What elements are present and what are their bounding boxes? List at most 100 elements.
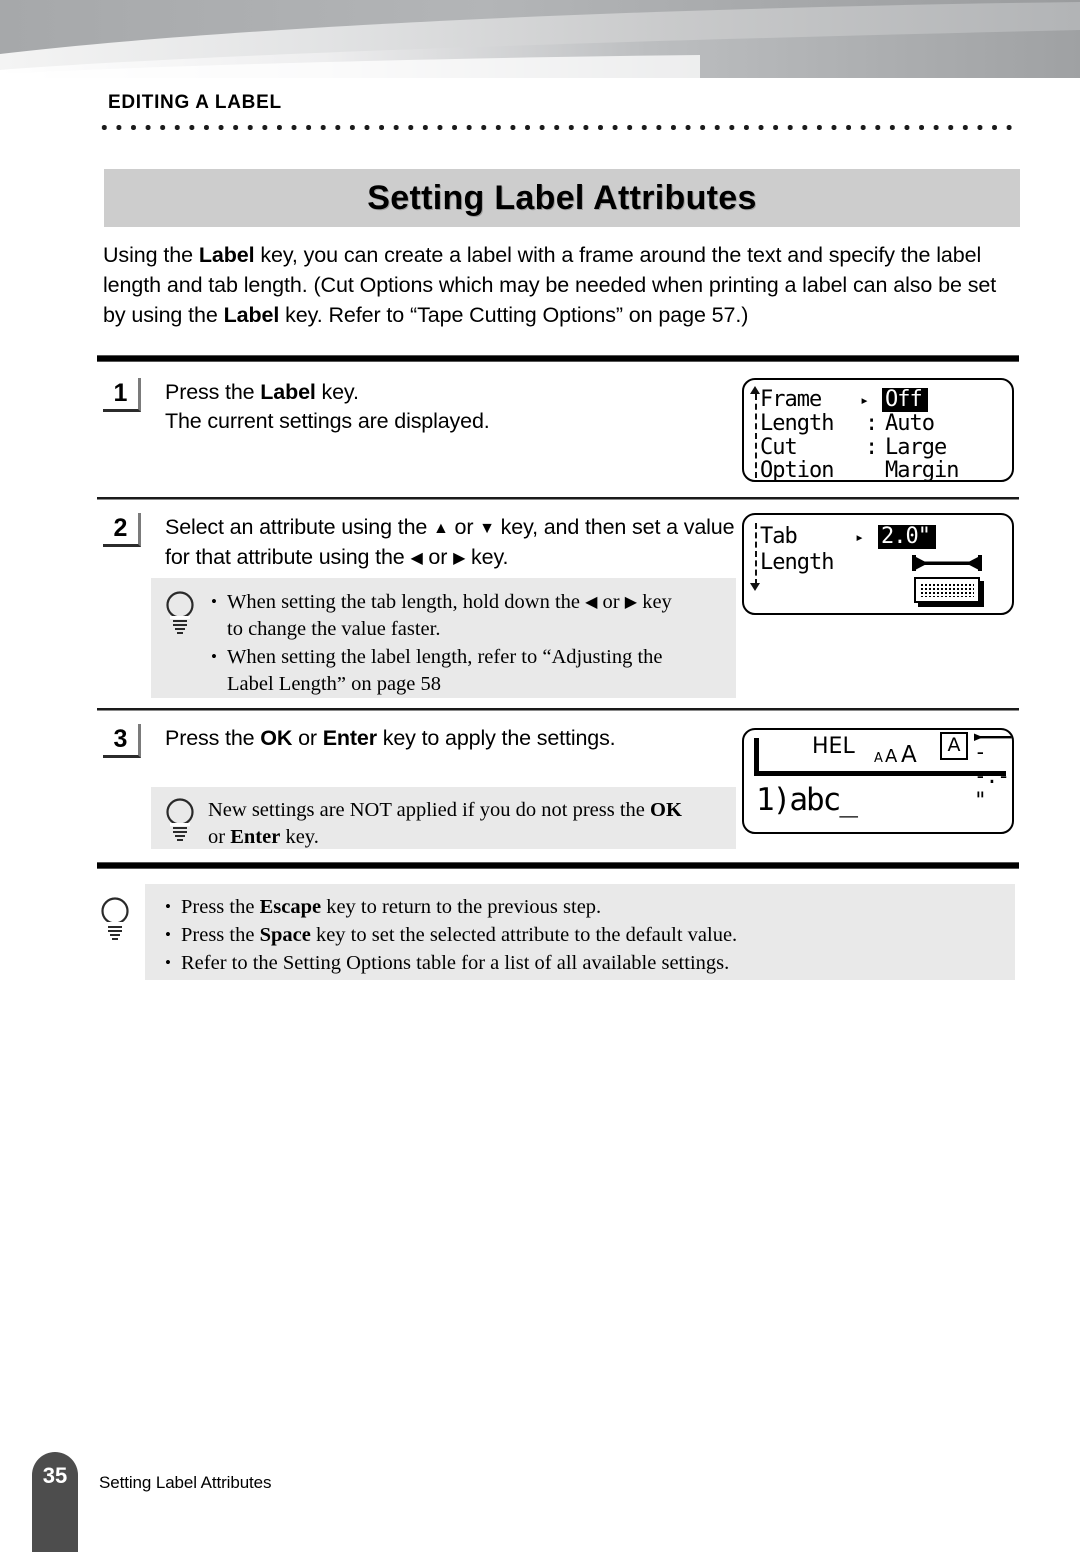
intro-paragraph: Using the Label key, you can create a la… <box>103 240 1015 330</box>
note2-b1-line2: to change the value faster. <box>227 618 441 640</box>
arrow-right-icon: ▶ <box>453 550 466 567</box>
lcd-screen-editing: HEL A A A A --.-" 1)abc_ <box>742 728 1014 834</box>
step-2-text-a: Select an attribute using the <box>165 515 434 539</box>
note2-b2-line2: Label Length” on page 58 <box>227 673 442 695</box>
divider-below-step-3 <box>97 862 1019 869</box>
svg-text:A: A <box>885 746 898 764</box>
note2-b1-b: or <box>597 591 625 613</box>
page-title-bar: Setting Label Attributes <box>104 169 1020 227</box>
note-bottom-b3: Refer to the Setting Options table for a… <box>181 952 730 974</box>
note2-b1-c: key <box>637 591 672 613</box>
lcd1-inner: Frame ▸ Off Length : Auto Cut : Large Op… <box>744 380 1012 480</box>
lcd1-row-length-value: Auto <box>885 411 935 436</box>
lcd2-caret-icon: ▸ <box>855 528 864 546</box>
step-3-text: Press the OK or Enter key to apply the s… <box>165 724 765 753</box>
arrow-up-icon: ▲ <box>433 520 449 537</box>
arrow-right-icon: ▶ <box>624 594 638 611</box>
lcd1-row-cut-value: Large <box>885 435 947 460</box>
lightbulb-icon <box>164 590 196 636</box>
note3-line1-pre: New settings are NOT applied if you do n… <box>208 799 650 821</box>
note-box-step-2: When setting the tab length, hold down t… <box>151 578 736 698</box>
lcd2-scroll-track <box>755 523 757 585</box>
step-1-line1-pre: Press the <box>165 380 261 404</box>
lcd1-row-cut-separator: : <box>865 435 878 460</box>
lcd3-text-line: 1)abc_ <box>756 782 858 818</box>
step-2-text-e: key. <box>465 545 509 569</box>
note-box-step-3-text: New settings are NOT applied if you do n… <box>208 797 720 851</box>
lcd2-scroll-down-arrow-icon <box>750 583 760 591</box>
step-3-mid: or <box>292 726 323 750</box>
lcd1-row-frame-caret-icon: ▸ <box>860 391 869 409</box>
note-box-bottom-bullet-2: Press the Space key to set the selected … <box>162 921 992 949</box>
divider-above-step-2 <box>97 497 1019 500</box>
lcd1-row-frame-key: Frame <box>760 387 822 412</box>
note3-key-enter: Enter <box>230 826 281 848</box>
note-bottom-b2-pre: Press the <box>181 924 260 946</box>
lcd3-length-value: --.-" <box>974 740 1010 812</box>
note-bottom-b2-post: key to set the selected attribute to the… <box>310 924 738 946</box>
dotted-divider <box>97 123 1019 132</box>
lcd1-row-option-value: Margin <box>885 458 959 482</box>
step-3-pre: Press the <box>165 726 261 750</box>
intro-key-label-2: Label <box>223 303 280 327</box>
lcd1-row-length-separator: : <box>865 411 878 436</box>
step-1-number: 1 <box>103 378 141 412</box>
tape-hatch-pattern <box>920 583 974 597</box>
step-2-number: 2 <box>103 513 141 547</box>
lcd1-row-frame-value: Off <box>882 388 928 412</box>
note-box-step-3: New settings are NOT applied if you do n… <box>151 787 736 849</box>
header-swoosh-graphic <box>0 0 1080 78</box>
page-title: Setting Label Attributes <box>367 178 757 217</box>
lcd3-font-name: HEL <box>812 734 855 759</box>
step-1-line2: The current settings are displayed. <box>165 409 490 433</box>
lcd2-value: 2.0" <box>878 525 936 549</box>
note3-key-ok: OK <box>650 799 682 821</box>
lcd1-row-option-key: Option <box>760 458 834 482</box>
step-1-key-label: Label <box>260 380 316 404</box>
page-header-banner <box>0 0 1080 78</box>
lcd-screen-attributes: Frame ▸ Off Length : Auto Cut : Large Op… <box>742 378 1014 482</box>
lightbulb-icon <box>164 797 196 843</box>
svg-text:A: A <box>901 742 917 764</box>
intro-text-part3: key. Refer to “Tape Cutting Options” on … <box>279 303 749 327</box>
lcd1-row-cut-key: Cut <box>760 435 798 460</box>
lcd3-status-underline <box>754 771 1006 776</box>
tape-sample-icon <box>914 577 980 603</box>
divider-above-step-3 <box>97 708 1019 711</box>
note-box-bottom-bullet-1: Press the Escape key to return to the pr… <box>162 893 992 921</box>
note-box-step-2-bullet-2: When setting the label length, refer to … <box>208 643 720 698</box>
lcd2-label-line2: Length <box>760 550 834 575</box>
lcd1-scroll-up-arrow-icon <box>750 386 760 394</box>
note-box-bottom-list: Press the Escape key to return to the pr… <box>162 893 992 978</box>
lcd1-scroll-track <box>755 394 757 478</box>
step-1-text: Press the Label key. The current setting… <box>165 378 765 436</box>
lcd2-label-line1: Tab <box>760 524 798 549</box>
step-3-key-enter: Enter <box>322 726 377 750</box>
arrow-left-icon: ◀ <box>410 550 423 567</box>
note-bottom-key-escape: Escape <box>259 896 322 918</box>
divider-above-step-1 <box>97 355 1019 362</box>
lcd-screen-tab-length: Tab ▸ 2.0" Length <box>742 513 1014 615</box>
page-number-tab: 35 <box>32 1452 78 1552</box>
step-2-text: Select an attribute using the ▲ or ▼ key… <box>165 513 750 573</box>
step-3-post: key to apply the settings. <box>376 726 616 750</box>
step-3-key-ok: OK <box>260 726 293 750</box>
note3-line2-post: key. <box>280 826 319 848</box>
intro-key-label-1: Label <box>198 243 255 267</box>
step-3-number: 3 <box>103 724 141 758</box>
step-2-text-d: or <box>422 545 454 569</box>
note-bottom-b1-pre: Press the <box>181 896 260 918</box>
note3-line2-pre: or <box>208 826 231 848</box>
note2-b2-line1: When setting the label length, refer to … <box>227 646 663 668</box>
intro-text-part1: Using the <box>103 243 199 267</box>
frame-a-icon: A <box>940 732 968 760</box>
note-box-step-2-list: When setting the tab length, hold down t… <box>208 588 720 699</box>
lightbulb-icon <box>99 896 131 942</box>
tab-width-measure-icon <box>912 555 982 573</box>
size-aaa-icon: A A A <box>874 736 930 768</box>
chapter-label: EDITING A LABEL <box>108 92 282 113</box>
lcd1-row-length-key: Length <box>760 411 834 436</box>
note-bottom-key-space: Space <box>259 924 311 946</box>
step-2-text-b: or <box>448 515 480 539</box>
lcd2-inner: Tab ▸ 2.0" Length <box>744 515 1012 613</box>
